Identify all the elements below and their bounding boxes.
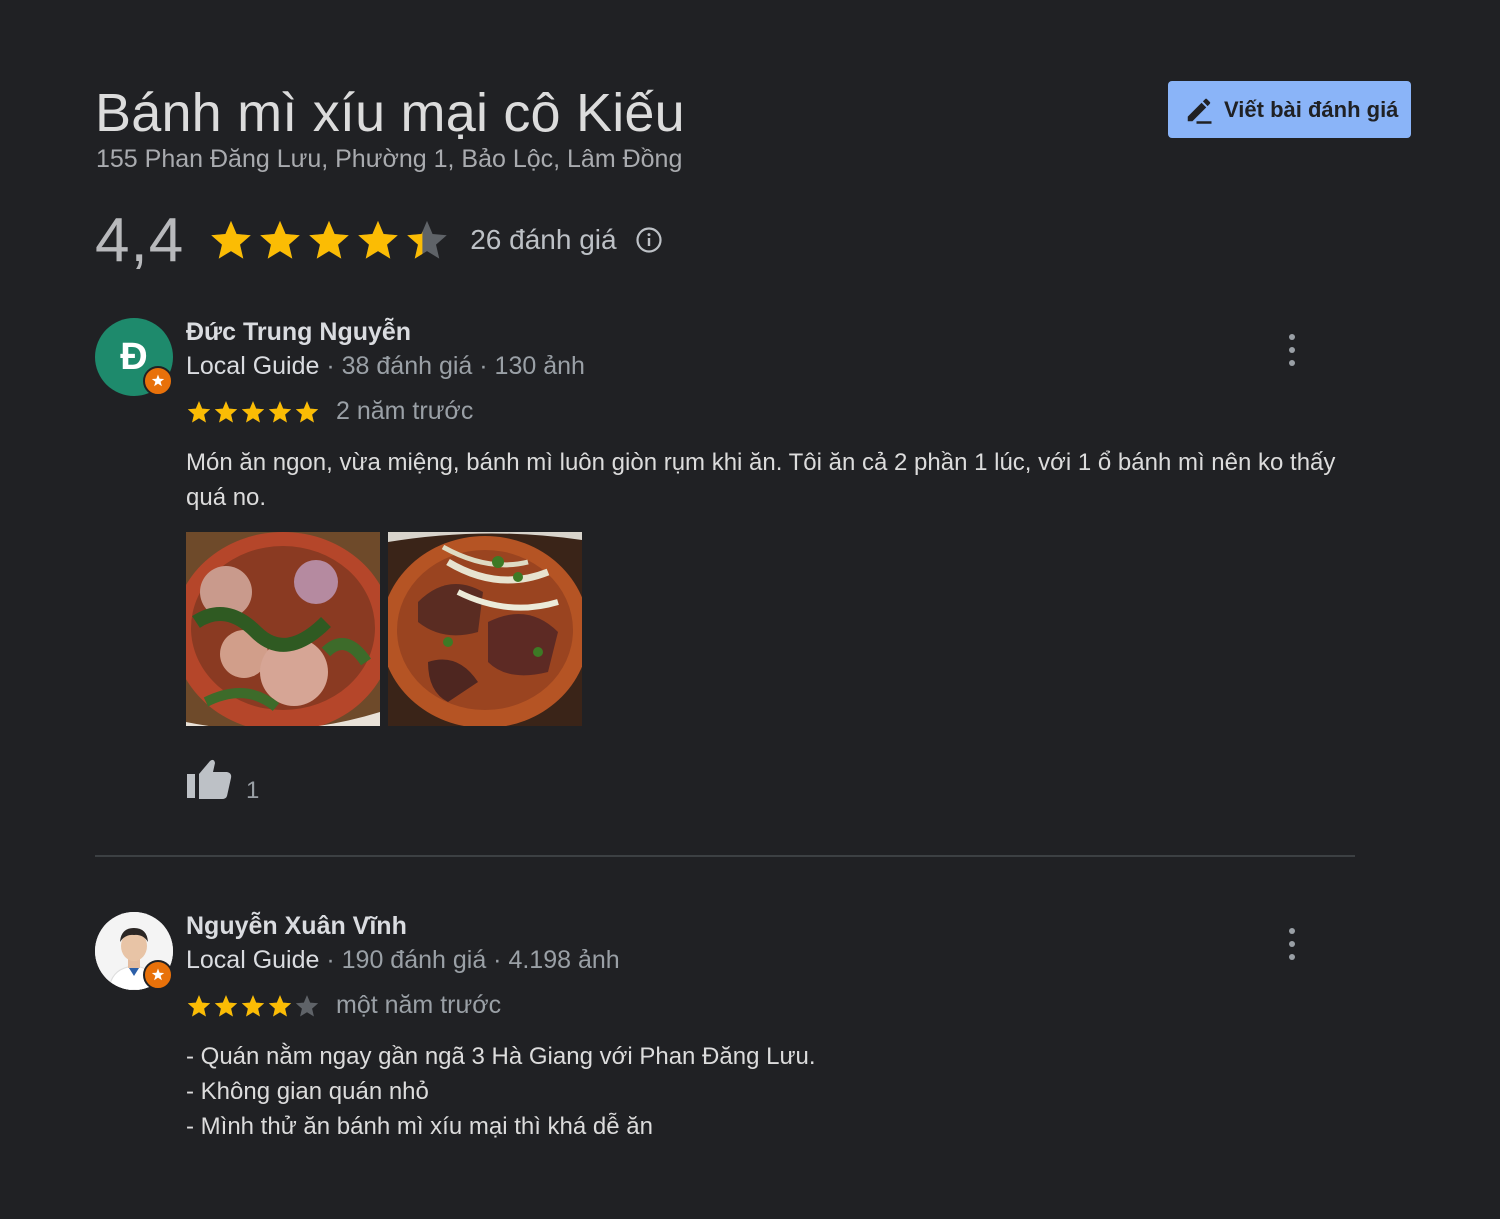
review-photo[interactable] bbox=[388, 532, 582, 726]
star-full-icon bbox=[295, 400, 319, 423]
review-time: 2 năm trước bbox=[336, 397, 474, 425]
review-text: - Quán nằm ngay gần ngã 3 Hà Giang với P… bbox=[186, 1039, 1356, 1144]
review-stars bbox=[186, 399, 320, 425]
star-full-icon bbox=[358, 220, 398, 259]
star-full-icon bbox=[187, 994, 211, 1017]
star-full-icon bbox=[187, 400, 211, 423]
star-full-icon bbox=[268, 400, 292, 423]
review-stars bbox=[186, 993, 320, 1019]
star-full-icon bbox=[241, 994, 265, 1017]
like-count: 1 bbox=[246, 777, 260, 804]
reviewer-meta: Local Guide · 38 đánh giá · 130 ảnh bbox=[186, 352, 585, 381]
avatar-initial: Đ bbox=[120, 335, 148, 378]
star-full-icon bbox=[214, 400, 238, 423]
rating-stars bbox=[208, 217, 450, 263]
reviewer-name[interactable]: Đức Trung Nguyễn bbox=[186, 318, 411, 347]
star-full-icon bbox=[309, 220, 349, 259]
review-divider bbox=[95, 855, 1355, 857]
place-title: Bánh mì xíu mại cô Kiếu bbox=[95, 83, 685, 143]
review-rating-line: 2 năm trước bbox=[186, 397, 473, 426]
reviewer-meta: Local Guide · 190 đánh giá · 4.198 ảnh bbox=[186, 946, 620, 975]
write-review-label: Viết bài đánh giá bbox=[1224, 96, 1399, 122]
like-button[interactable]: 1 bbox=[186, 758, 259, 805]
star-full-icon bbox=[260, 220, 300, 259]
review-text: Món ăn ngon, vừa miệng, bánh mì luôn giò… bbox=[186, 449, 1336, 511]
reviewer-level: Local Guide bbox=[186, 946, 320, 974]
star-full-icon bbox=[211, 220, 251, 259]
thumbs-up-icon bbox=[186, 758, 232, 805]
reviewer-name[interactable]: Nguyễn Xuân Vĩnh bbox=[186, 912, 407, 941]
rating-summary: 4,4 26 đánh giá bbox=[95, 205, 663, 275]
review-rating-line: một năm trước bbox=[186, 991, 501, 1020]
rating-value: 4,4 bbox=[95, 205, 185, 275]
write-review-button[interactable]: Viết bài đánh giá bbox=[1168, 81, 1411, 138]
review-photo[interactable] bbox=[186, 532, 380, 726]
review-card: Nguyễn Xuân Vĩnh Local Guide · 190 đánh … bbox=[95, 912, 1355, 1152]
reviewer-stats: · 38 đánh giá · 130 ảnh bbox=[319, 352, 585, 380]
star-full-icon bbox=[214, 994, 238, 1017]
more-options-icon[interactable] bbox=[1280, 334, 1304, 366]
star-full-icon bbox=[241, 400, 265, 423]
local-guide-badge-icon bbox=[143, 366, 173, 396]
place-address: 155 Phan Đăng Lưu, Phường 1, Bảo Lộc, Lâ… bbox=[96, 145, 683, 173]
star-half-icon bbox=[407, 220, 447, 259]
reviewer-level: Local Guide bbox=[186, 352, 320, 380]
star-empty-icon bbox=[295, 994, 319, 1017]
pencil-icon bbox=[1184, 95, 1214, 125]
local-guide-badge-icon bbox=[143, 960, 173, 990]
reviews-panel: Bánh mì xíu mại cô Kiếu 155 Phan Đăng Lư… bbox=[0, 0, 1500, 1219]
reviewer-stats: · 190 đánh giá · 4.198 ảnh bbox=[319, 946, 620, 974]
review-count-link[interactable]: 26 đánh giá bbox=[470, 224, 616, 256]
more-options-icon[interactable] bbox=[1280, 928, 1304, 960]
review-time: một năm trước bbox=[336, 991, 502, 1019]
review-text-line: - Không gian quán nhỏ bbox=[186, 1078, 429, 1105]
info-icon[interactable] bbox=[635, 226, 663, 254]
star-full-icon bbox=[268, 994, 292, 1017]
review-text-line: - Quán nằm ngay gần ngã 3 Hà Giang với P… bbox=[186, 1043, 816, 1070]
review-card: Đ Đức Trung Nguyễn Local Guide · 38 đánh… bbox=[95, 318, 1355, 808]
review-text-line: - Mình thử ăn bánh mì xíu mại thì khá dễ… bbox=[186, 1113, 653, 1140]
